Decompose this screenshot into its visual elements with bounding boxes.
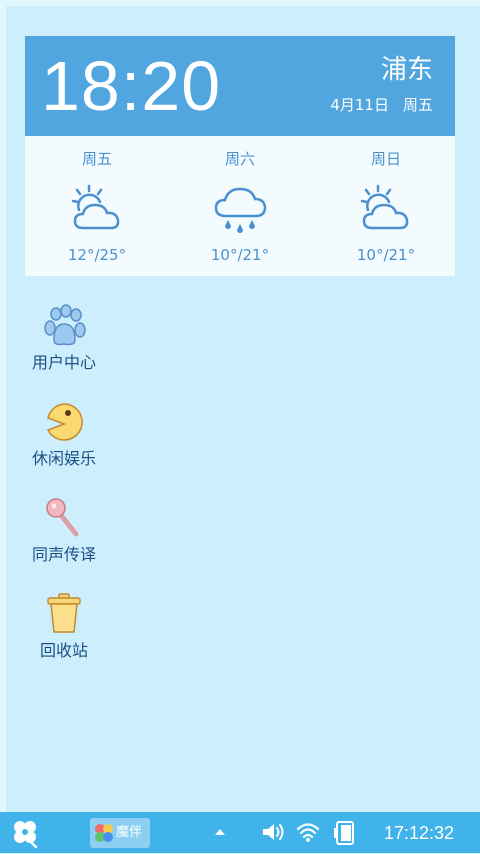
- desktop-icon-label: 休闲娱乐: [31, 449, 96, 468]
- forecast-temp: 10°/21°: [210, 246, 270, 264]
- forecast-day-name: 周五: [81, 150, 112, 168]
- partly-cloudy-sun-icon: [360, 184, 409, 230]
- pacman-icon: [46, 403, 83, 441]
- forecast-day-name: 周六: [224, 150, 255, 168]
- date-text: 4月11日: [330, 96, 389, 114]
- wifi-icon[interactable]: [296, 820, 320, 844]
- forecast-day: 周六 10°/21°: [180, 136, 300, 276]
- taskbar-app-label: 魔伴: [116, 825, 143, 840]
- system-clock: 17:12:32: [384, 823, 455, 843]
- forecast-day-name: 周日: [370, 150, 401, 168]
- city-name: 浦东: [380, 55, 433, 85]
- battery-icon[interactable]: [332, 820, 358, 846]
- microphone-icon: [46, 498, 79, 537]
- screen-left-border: [0, 0, 6, 812]
- forecast-temp: 10°/21°: [356, 246, 416, 264]
- desktop-icon-interpretation[interactable]: 同声传译: [20, 496, 108, 576]
- forecast-day: 周五 12°/25°: [37, 136, 157, 276]
- widget-clock: 18:20: [41, 47, 222, 125]
- tray-expand-arrow-icon[interactable]: [214, 826, 226, 838]
- weekday-text: 周五: [402, 96, 433, 114]
- desktop-icon-user-center[interactable]: 用户中心: [20, 304, 108, 384]
- date-line: 4月11日 周五: [330, 94, 433, 116]
- weather-header: 18:20 浦东 4月11日 周五: [25, 36, 455, 136]
- volume-icon[interactable]: [261, 820, 287, 844]
- trash-bin-icon: [47, 593, 81, 633]
- desktop-icon-recycle-bin[interactable]: 回收站: [20, 592, 108, 672]
- weather-widget[interactable]: 18:20 浦东 4月11日 周五 周五 12°/25° 周六 10°/21° …: [25, 36, 455, 276]
- partly-cloudy-sun-icon: [71, 184, 120, 230]
- desktop-icon-label: 回收站: [39, 641, 88, 660]
- desktop-icon-leisure[interactable]: 休闲娱乐: [20, 400, 108, 480]
- screen-top-border: [0, 0, 480, 6]
- desktop-icon-label: 同声传译: [31, 545, 96, 564]
- app-logo-icon: [95, 824, 113, 842]
- taskbar: 魔伴 17:12:32: [0, 812, 480, 853]
- forecast-panel: 周五 12°/25° 周六 10°/21° 周日 10°/21°: [25, 136, 455, 276]
- start-button[interactable]: [8, 816, 42, 850]
- clover-icon: [14, 821, 38, 849]
- forecast-temp: 12°/25°: [67, 246, 127, 264]
- paw-icon: [44, 304, 86, 346]
- forecast-day: 周日 10°/21°: [326, 136, 446, 276]
- taskbar-app-moban[interactable]: 魔伴: [90, 818, 150, 848]
- rain-cloud-icon: [214, 187, 267, 233]
- desktop-icon-label: 用户中心: [31, 353, 96, 372]
